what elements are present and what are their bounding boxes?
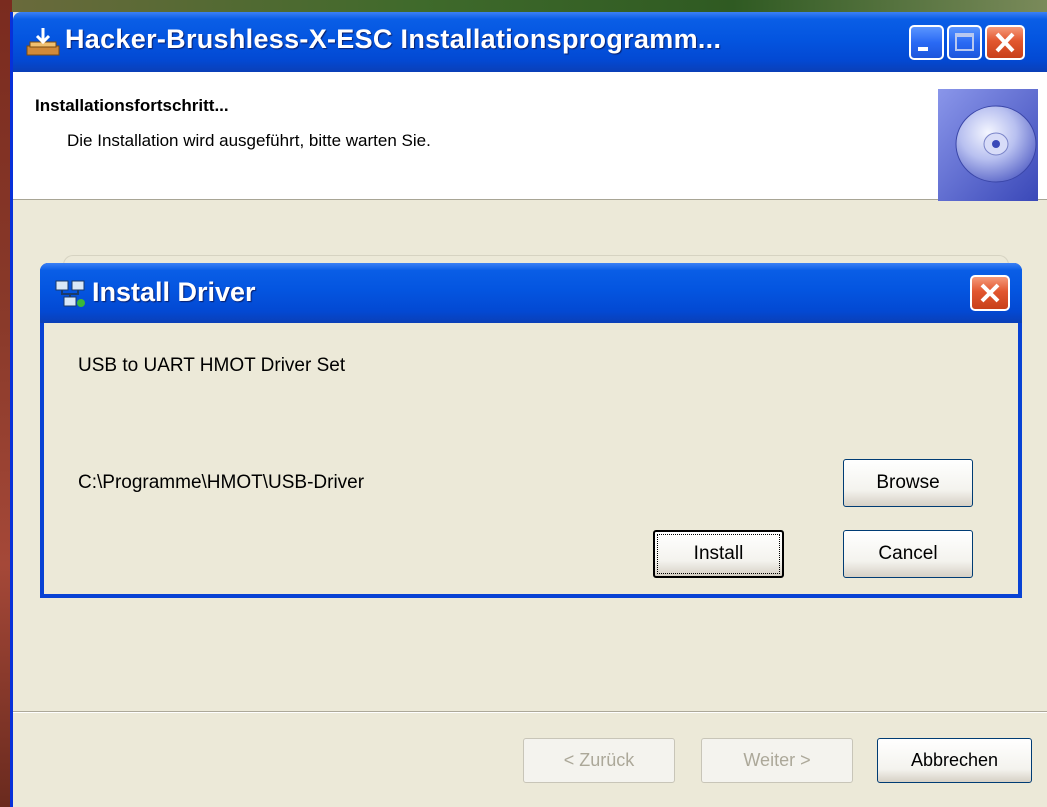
window-titlebar[interactable]: Hacker-Brushless-X-ESC Installationsprog… [13,12,1047,72]
close-button[interactable] [985,25,1025,60]
cancel-button[interactable]: Cancel [843,530,973,578]
install-button[interactable]: Install [653,530,784,578]
header-title: Installationsfortschritt... [35,96,229,115]
next-button[interactable]: Weiter > [701,738,853,783]
installer-app-icon [26,28,60,56]
driver-path-label: C:\Programme\HMOT\USB-Driver [78,472,365,493]
back-button[interactable]: < Zurück [523,738,675,783]
dialog-titlebar[interactable]: Install Driver [40,263,1022,323]
minimize-button[interactable] [909,25,944,60]
driver-set-label: USB to UART HMOT Driver Set [78,355,346,376]
window-title: Hacker-Brushless-X-ESC Installationsprog… [65,24,722,54]
maximize-icon [955,33,974,51]
browse-button[interactable]: Browse [843,459,973,507]
close-icon [995,32,1015,53]
network-driver-icon [55,280,85,307]
abort-button[interactable]: Abbrechen [877,738,1032,783]
close-icon [980,283,1000,303]
dialog-title: Install Driver [92,277,256,307]
minimize-icon [918,47,928,51]
footer-divider [13,711,1047,713]
install-driver-dialog: Install Driver USB to UART HMOT Driver S… [40,263,1022,598]
maximize-button[interactable] [947,25,982,60]
header-subtitle: Die Installation wird ausgeführt, bitte … [67,131,431,150]
wizard-header: Installationsfortschritt... Die Installa… [13,72,1047,201]
dialog-close-button[interactable] [970,275,1010,311]
cd-disc-icon [938,89,1038,201]
